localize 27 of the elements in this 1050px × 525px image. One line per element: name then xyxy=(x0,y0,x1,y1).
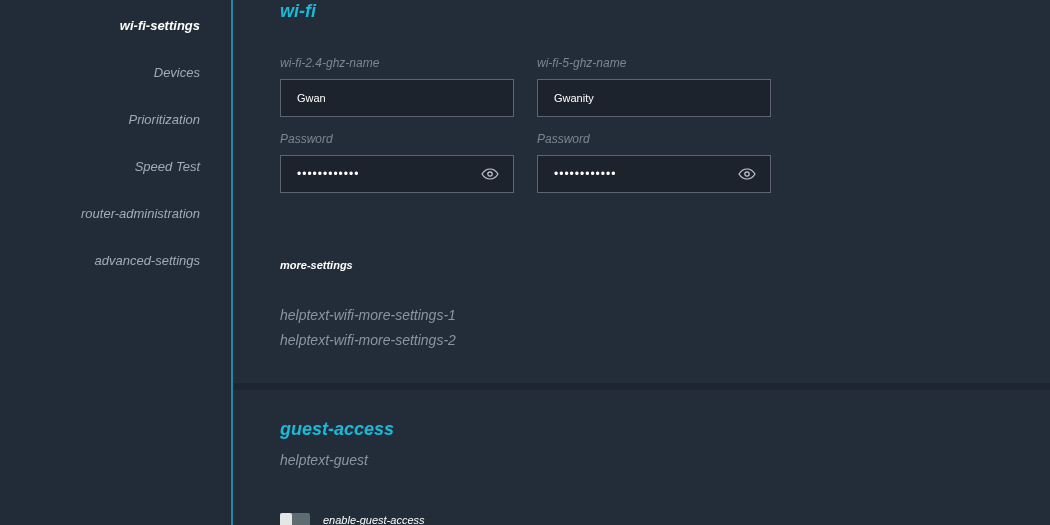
section-title: guest-access xyxy=(280,418,396,440)
help-text: helptext-wifi-more-settings-1 xyxy=(280,306,457,325)
field-value: Gwan xyxy=(297,92,326,104)
field-value: •••••••••••• xyxy=(554,167,617,181)
nav-link[interactable]: Devices xyxy=(153,63,200,82)
field-value: Gwanity xyxy=(554,92,594,104)
field-label: wi-fi-2.4-ghz-name xyxy=(280,55,381,71)
nav-link[interactable]: router-administration xyxy=(81,204,200,223)
nav-link[interactable]: Prioritization xyxy=(128,110,200,129)
toggle-switch[interactable] xyxy=(280,513,310,525)
input-field[interactable]: Gwanity xyxy=(537,79,771,117)
eye-icon[interactable] xyxy=(738,168,756,180)
password-field[interactable]: •••••••••••• xyxy=(280,155,514,193)
subsection-title: more-settings xyxy=(280,258,354,273)
nav-link[interactable]: Speed Test xyxy=(134,157,200,176)
field-value: •••••••••••• xyxy=(297,167,360,181)
password-field[interactable]: •••••••••••• xyxy=(537,155,771,193)
eye-icon[interactable] xyxy=(481,168,499,180)
help-text: helptext-wifi-more-settings-2 xyxy=(280,331,457,350)
input-field[interactable]: Gwan xyxy=(280,79,514,117)
field-label: Password xyxy=(280,131,334,147)
nav-link[interactable]: advanced-settings xyxy=(94,251,200,270)
help-text: helptext-guest xyxy=(280,451,370,470)
field-label: Password xyxy=(537,131,591,147)
section-title: wi-fi xyxy=(280,0,318,22)
field-label: wi-fi-5-ghz-name xyxy=(537,55,628,71)
nav-link[interactable]: wi-fi-settings xyxy=(119,16,200,35)
